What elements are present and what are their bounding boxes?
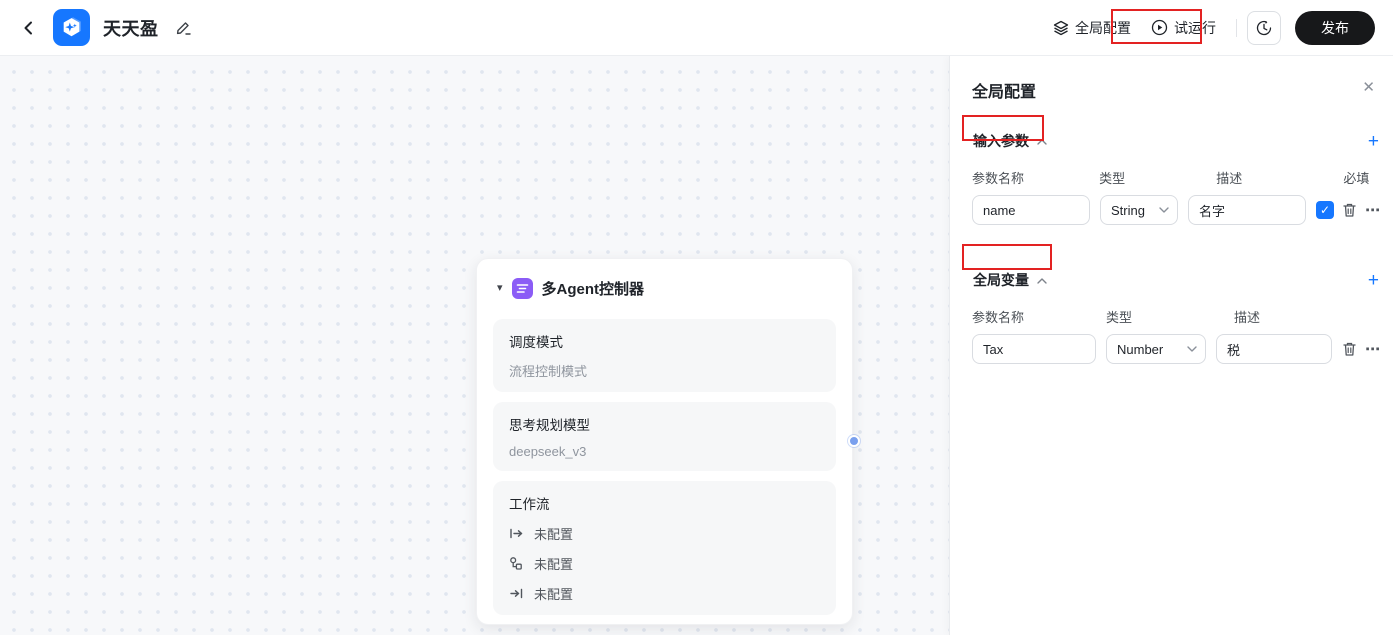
column-header: 类型	[1106, 310, 1133, 325]
var-type-select[interactable]: Number	[1106, 334, 1206, 364]
global-var-row: Number	[972, 334, 1383, 364]
rename-button[interactable]	[174, 18, 194, 38]
global-config-panel: 全局配置 ✕ 输入参数 + 参数名称 类型 描述 必填 name String …	[949, 56, 1393, 635]
topbar-divider	[1236, 18, 1237, 37]
column-header: 参数名称	[972, 171, 1025, 186]
test-run-button[interactable]: 试运行	[1141, 11, 1226, 45]
play-circle-icon	[1151, 19, 1168, 36]
global-vars-toggle[interactable]: 全局变量	[972, 267, 1052, 293]
trash-icon	[1343, 342, 1356, 356]
node-field-planning-model[interactable]: 思考规划模型 deepseek_v3	[493, 402, 836, 471]
chevron-down-icon	[1159, 207, 1169, 213]
global-config-button[interactable]: 全局配置	[1043, 11, 1141, 45]
chevron-up-icon	[1037, 139, 1047, 145]
input-params-toggle[interactable]: 输入参数	[972, 128, 1052, 154]
input-params-section-header: 输入参数 +	[972, 128, 1383, 154]
back-button[interactable]	[18, 17, 40, 39]
workflow-canvas[interactable]: ▾ 多Agent控制器 调度模式 流程控制模式 思考规划模型 deepseek_…	[0, 56, 949, 635]
panel-header: 全局配置 ✕	[972, 78, 1383, 102]
edit-pencil-icon	[176, 22, 191, 35]
node-output-port[interactable]	[848, 435, 860, 447]
flow-end-icon	[510, 588, 523, 599]
column-header: 必填	[1343, 171, 1370, 186]
close-icon[interactable]: ✕	[1360, 78, 1377, 97]
global-vars-title: 全局变量	[973, 272, 1029, 288]
agent-controller-icon	[511, 278, 533, 299]
var-type-value: Number	[1117, 341, 1164, 357]
flow-start-icon	[510, 528, 523, 539]
back-chevron-icon	[24, 21, 32, 34]
main-area: ▾ 多Agent控制器 调度模式 流程控制模式 思考规划模型 deepseek_…	[0, 56, 1393, 635]
panel-title: 全局配置	[972, 84, 1037, 101]
input-params-column-headers: 参数名称 类型 描述 必填	[972, 168, 1383, 187]
delete-row-button[interactable]	[1342, 341, 1357, 357]
node-field-dispatch-mode[interactable]: 调度模式 流程控制模式	[493, 319, 836, 392]
global-vars-column-headers: 参数名称 类型 描述	[972, 307, 1383, 326]
version-history-button[interactable]	[1247, 10, 1281, 45]
column-header: 描述	[1216, 171, 1243, 186]
topbar-right: 全局配置 试运行 发布	[1043, 10, 1375, 45]
global-vars-section-header: 全局变量 +	[972, 267, 1383, 293]
input-param-row: String ✓	[972, 195, 1383, 225]
app-logo	[53, 9, 90, 46]
node-header: ▾ 多Agent控制器	[477, 259, 852, 309]
workflow-item-text: 未配置	[534, 557, 574, 572]
publish-button[interactable]: 发布	[1295, 10, 1375, 45]
field-label: 调度模式	[509, 335, 563, 350]
delete-row-button[interactable]	[1342, 202, 1357, 218]
param-type-value: String	[1111, 202, 1145, 218]
field-label: 思考规划模型	[509, 418, 590, 433]
top-bar: 天天盈 全局配置 试运行 发布	[0, 0, 1393, 56]
chevron-up-icon	[1037, 278, 1047, 284]
column-header: 参数名称	[972, 310, 1025, 325]
trash-icon	[1343, 203, 1356, 217]
required-checkbox[interactable]: ✓	[1316, 201, 1334, 219]
add-input-param-button[interactable]: +	[1368, 132, 1379, 151]
workflow-item-text: 未配置	[534, 527, 574, 542]
workflow-end-item[interactable]: 未配置	[509, 584, 820, 603]
workflow-branch-item[interactable]: 未配置	[509, 554, 820, 573]
column-header: 描述	[1234, 310, 1261, 325]
global-config-label: 全局配置	[1075, 19, 1131, 36]
chevron-down-icon	[1187, 346, 1197, 352]
row-controls: ⋯	[1342, 341, 1383, 357]
collapse-triangle-icon[interactable]: ▾	[497, 283, 503, 294]
topbar-left: 天天盈	[18, 9, 194, 46]
node-field-workflow[interactable]: 工作流 未配置 未配置 未配置	[493, 481, 836, 615]
node-title: 多Agent控制器	[541, 281, 645, 298]
app-window: 天天盈 全局配置 试运行 发布 ▾ 多Agent控制器 调度模式 流程控制模式 …	[0, 0, 1393, 635]
input-params-title: 输入参数	[973, 133, 1029, 149]
more-options-button[interactable]: ⋯	[1365, 203, 1381, 218]
param-name-input[interactable]	[972, 195, 1090, 225]
var-name-input[interactable]	[972, 334, 1096, 364]
workflow-item-text: 未配置	[534, 587, 574, 602]
row-controls: ✓ ⋯	[1316, 201, 1383, 219]
add-global-var-button[interactable]: +	[1368, 271, 1379, 290]
param-type-select[interactable]: String	[1100, 195, 1178, 225]
test-run-label: 试运行	[1174, 19, 1216, 36]
field-value: 流程控制模式	[509, 364, 588, 379]
var-desc-input[interactable]	[1216, 334, 1332, 364]
field-value: deepseek_v3	[509, 444, 587, 459]
app-logo-icon	[63, 17, 81, 37]
layers-icon	[1053, 20, 1069, 35]
column-header: 类型	[1099, 171, 1126, 186]
page-title: 天天盈	[103, 18, 159, 39]
param-desc-input[interactable]	[1188, 195, 1306, 225]
workflow-label: 工作流	[509, 497, 550, 512]
workflow-start-item[interactable]: 未配置	[509, 524, 820, 543]
flow-branch-icon	[510, 557, 522, 570]
more-options-button[interactable]: ⋯	[1365, 342, 1381, 357]
multi-agent-controller-node[interactable]: ▾ 多Agent控制器 调度模式 流程控制模式 思考规划模型 deepseek_…	[476, 258, 853, 625]
history-clock-icon	[1256, 20, 1272, 35]
